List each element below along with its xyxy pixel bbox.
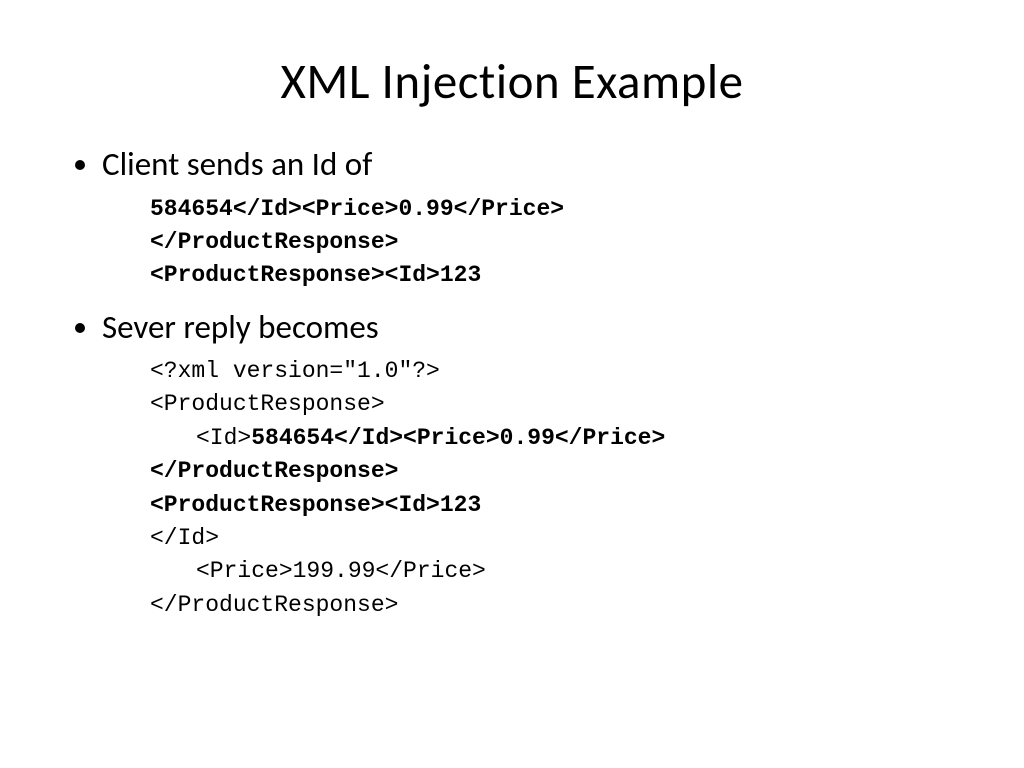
bullet-server-reply: Sever reply becomes <?xml version="1.0"?… <box>102 305 984 622</box>
code-line: <ProductResponse><Id>123 <box>150 489 984 522</box>
slide: XML Injection Example Client sends an Id… <box>0 0 1024 768</box>
bullet-list: Client sends an Id of 584654</Id><Price>… <box>64 142 984 622</box>
code-line: </Id> <box>150 522 984 555</box>
bullet-text: Client sends an Id of <box>102 144 372 184</box>
code-line: <?xml version="1.0"?> <box>150 355 984 388</box>
code-text: <Id> <box>196 425 251 451</box>
code-line: <ProductResponse><Id>123 <box>150 259 984 292</box>
code-text-bold: 584654</Id><Price>0.99</Price> <box>251 425 665 451</box>
code-line: <Price>199.99</Price> <box>150 555 984 588</box>
code-line: </ProductResponse> <box>150 589 984 622</box>
server-code-block: <?xml version="1.0"?> <ProductResponse> … <box>102 355 984 622</box>
bullet-client-sends: Client sends an Id of 584654</Id><Price>… <box>102 142 984 293</box>
code-line: 584654</Id><Price>0.99</Price> <box>150 193 984 226</box>
code-line: <Id>584654</Id><Price>0.99</Price> <box>150 422 984 455</box>
code-line: </ProductResponse> <box>150 226 984 259</box>
code-line: <ProductResponse> <box>150 388 984 421</box>
code-line: </ProductResponse> <box>150 455 984 488</box>
client-code-block: 584654</Id><Price>0.99</Price> </Product… <box>102 193 984 293</box>
bullet-text: Sever reply becomes <box>102 307 379 347</box>
slide-content: Client sends an Id of 584654</Id><Price>… <box>0 142 1024 622</box>
slide-title: XML Injection Example <box>0 0 1024 142</box>
